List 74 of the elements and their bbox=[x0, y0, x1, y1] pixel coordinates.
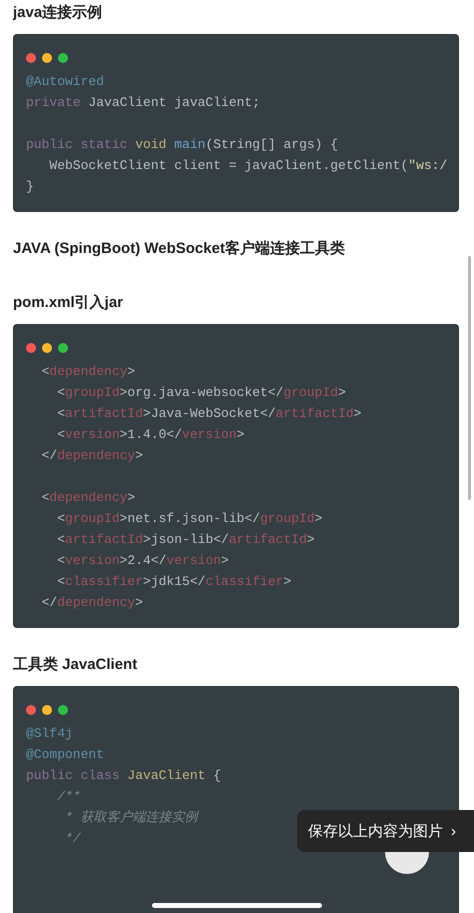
code-text: > bbox=[314, 510, 322, 528]
code-text: < bbox=[56, 531, 66, 549]
keyword-token: public static bbox=[26, 136, 128, 154]
code-text: >1.4.0</ bbox=[120, 426, 182, 444]
code-text: < bbox=[56, 510, 66, 528]
tag-token: artifactId bbox=[65, 531, 144, 549]
tag-token: classifier bbox=[205, 573, 284, 591]
code-text: < bbox=[40, 363, 50, 381]
code-text: < bbox=[56, 384, 66, 402]
code-text: } bbox=[26, 178, 34, 196]
tag-token: groupId bbox=[65, 510, 120, 528]
tag-token: dependency bbox=[57, 594, 136, 612]
code-comment: /** bbox=[56, 788, 81, 806]
save-image-toast[interactable]: 保存以上内容为图片 › bbox=[297, 810, 474, 852]
annotation-token: @Component bbox=[26, 746, 104, 764]
code-text: > bbox=[354, 405, 362, 423]
annotation-token: @Slf4j bbox=[26, 725, 73, 743]
keyword-token: public class bbox=[26, 767, 121, 785]
tag-token: groupId bbox=[65, 384, 120, 402]
code-comment: */ bbox=[64, 830, 81, 848]
tag-token: dependency bbox=[49, 363, 128, 381]
type-token: void bbox=[135, 136, 168, 154]
tag-token: artifactId bbox=[276, 405, 354, 423]
code-text: > bbox=[135, 447, 144, 465]
window-dots-icon bbox=[26, 705, 68, 715]
code-text: < bbox=[56, 405, 66, 423]
function-token: main bbox=[174, 136, 206, 154]
tag-token: dependency bbox=[57, 447, 136, 465]
window-dots-icon bbox=[26, 343, 68, 353]
keyword-token: private bbox=[26, 94, 81, 112]
code-text: > bbox=[338, 384, 346, 402]
tag-token: version bbox=[65, 426, 120, 444]
code-text: < bbox=[56, 552, 66, 570]
code-text: JavaClient javaClient; bbox=[87, 94, 260, 112]
code-text: >2.4</ bbox=[120, 552, 166, 570]
type-token: JavaClient bbox=[127, 767, 206, 785]
tag-token: dependency bbox=[49, 489, 128, 507]
code-text: < bbox=[56, 426, 66, 444]
code-text: >net.sf.json-lib</ bbox=[120, 510, 260, 528]
tag-token: groupId bbox=[283, 384, 338, 402]
code-text: >jdk15</ bbox=[143, 573, 206, 591]
tag-token: version bbox=[166, 552, 222, 570]
code-text: < bbox=[40, 489, 50, 507]
tag-token: artifactId bbox=[228, 531, 307, 549]
code-text: { bbox=[212, 767, 222, 785]
code-text: > bbox=[236, 426, 244, 444]
section-heading: 工具类 JavaClient bbox=[13, 655, 138, 675]
tag-token: classifier bbox=[65, 573, 144, 591]
code-text: < bbox=[56, 573, 66, 591]
tag-token: groupId bbox=[260, 510, 315, 528]
code-text: >org.java-websocket</ bbox=[120, 384, 284, 402]
code-text: > bbox=[135, 594, 144, 612]
code-text: > bbox=[127, 489, 136, 507]
scrollbar[interactable] bbox=[468, 256, 471, 500]
code-text: </ bbox=[40, 447, 58, 465]
code-text: > bbox=[221, 552, 229, 570]
string-token: "ws:/ bbox=[408, 157, 448, 175]
code-text: </ bbox=[40, 594, 58, 612]
window-dots-icon bbox=[26, 53, 68, 63]
tag-token: artifactId bbox=[65, 405, 144, 423]
section-heading: JAVA (SpingBoot) WebSocket客户端连接工具类 bbox=[13, 239, 346, 259]
code-text: > bbox=[127, 363, 136, 381]
code-text: > bbox=[283, 573, 292, 591]
code-text: WebSocketClient client = javaClient.getClient( bbox=[48, 157, 408, 175]
tag-token: version bbox=[182, 426, 237, 444]
code-text: >Java-WebSocket</ bbox=[143, 405, 276, 423]
annotation-token: @Autowired bbox=[26, 73, 104, 91]
code-text: > bbox=[306, 531, 315, 549]
section-heading: java连接示例 bbox=[13, 3, 104, 23]
code-text: (String[] args) { bbox=[205, 136, 338, 154]
section-heading: pom.xml引入jar bbox=[13, 293, 124, 313]
tag-token: version bbox=[65, 552, 120, 570]
code-text: >json-lib</ bbox=[143, 531, 229, 549]
code-comment: * 获取客户端连接实例 bbox=[64, 809, 198, 827]
